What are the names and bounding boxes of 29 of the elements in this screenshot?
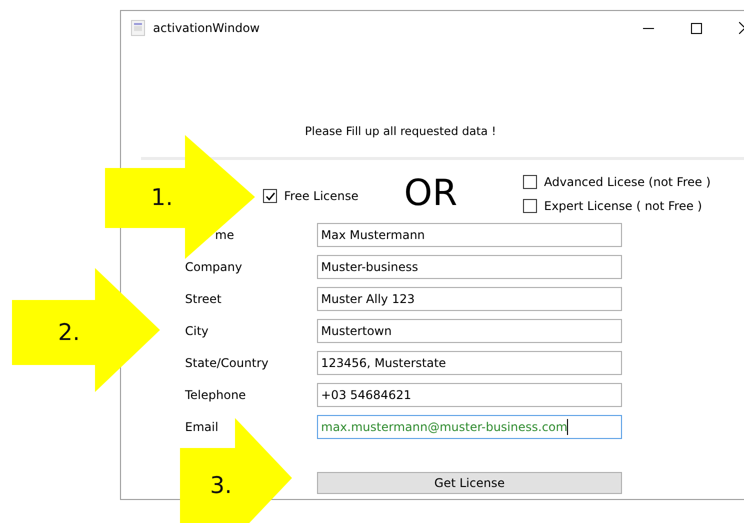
instruction-text: Please Fill up all requested data ! <box>304 124 496 138</box>
or-text: OR <box>404 174 458 214</box>
checkbox[interactable] <box>263 189 277 203</box>
input-field[interactable]: Muster-business <box>317 255 622 279</box>
input-field[interactable]: +03 54684621 <box>317 383 622 407</box>
get-license-button[interactable]: Get License <box>317 472 622 494</box>
checkbox[interactable] <box>523 175 537 189</box>
field-label: me <box>214 228 236 242</box>
field-label: City <box>185 324 210 338</box>
maximize-icon[interactable] <box>691 22 702 34</box>
field-label: State/Country <box>185 356 270 370</box>
input-field[interactable]: Mustertown <box>317 319 622 343</box>
option-label: Advanced Licese (not Free ) <box>544 175 711 189</box>
checkbox[interactable] <box>523 199 537 213</box>
field-label: Email <box>185 420 220 434</box>
input-field[interactable]: 123456, Musterstate <box>317 351 622 375</box>
field-label: Company <box>185 260 244 274</box>
field-label: Telephone <box>185 388 247 402</box>
window-title: activationWindow <box>153 21 260 35</box>
option-label: Expert License ( not Free ) <box>544 199 702 213</box>
field-label: Street <box>185 292 222 306</box>
step-number: 1. <box>151 184 173 213</box>
option-label: Free License <box>284 189 359 203</box>
app-icon <box>131 20 145 36</box>
input-field[interactable]: Muster Ally 123 <box>317 287 622 311</box>
step-number: 3. <box>210 472 232 500</box>
step-number: 2. <box>58 318 80 348</box>
input-field[interactable]: max.mustermann@muster-business.com <box>317 415 622 439</box>
input-field[interactable]: Max Mustermann <box>317 223 622 247</box>
